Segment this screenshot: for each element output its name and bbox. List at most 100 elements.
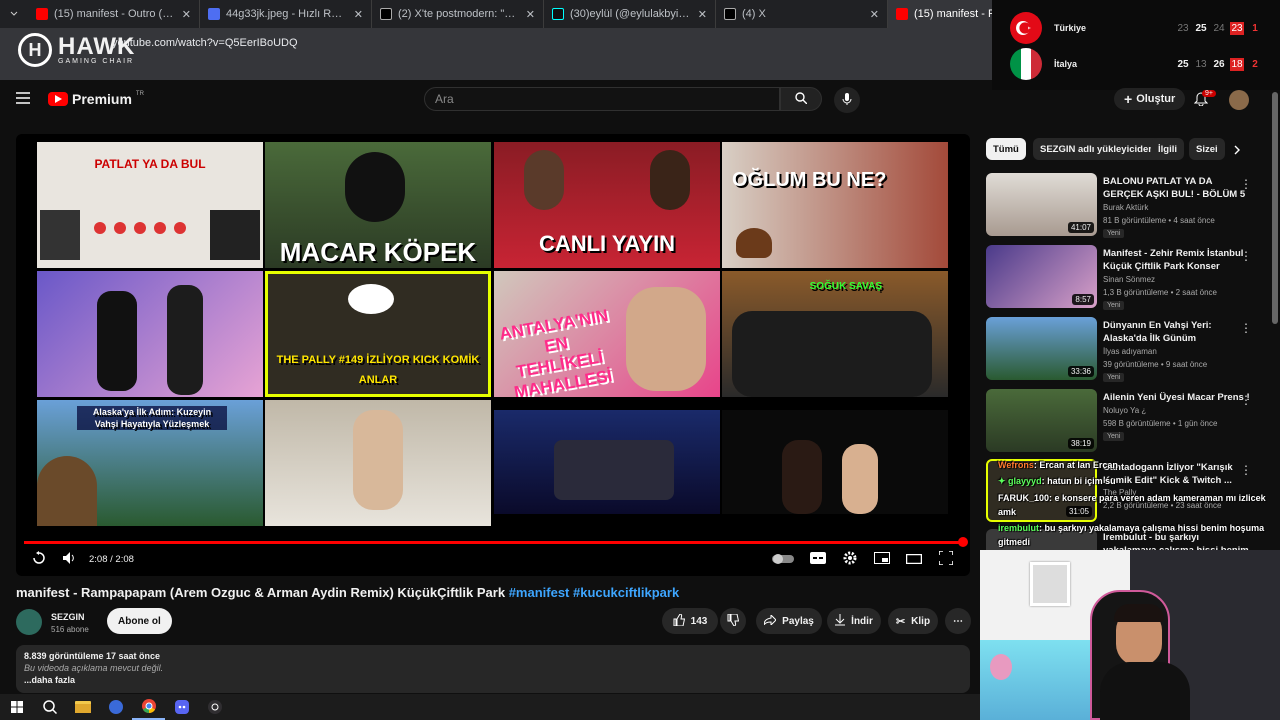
rec-thumbnail[interactable]: 8:57: [986, 245, 1097, 308]
chat-text: : e konsere para veren adam kameraman mı…: [1049, 493, 1266, 503]
more-vert-icon[interactable]: ⋮: [1240, 249, 1252, 263]
autoplay-toggle[interactable]: [772, 552, 794, 566]
browser-tab[interactable]: (15) manifest - Outro (Extended ✕: [28, 0, 200, 28]
set-score: 26: [1213, 58, 1225, 70]
endscreen-thumb[interactable]: PATLAT YA DA BUL: [37, 142, 263, 268]
browser-tab[interactable]: 44g33jk.jpeg - Hızlı Resim ✕: [200, 0, 372, 28]
endscreen-thumb[interactable]: THE PALLY #149 İZLİYOR KICK KOMİK ANLAR: [265, 271, 491, 397]
search-input[interactable]: Ara: [424, 87, 780, 111]
cat-picture: [1030, 562, 1070, 606]
fullscreen-button[interactable]: [937, 549, 955, 567]
recommendation-item[interactable]: 8:57 Manifest - Zehir Remix İstanbul Küç…: [986, 245, 1266, 311]
rec-thumbnail[interactable]: 33:36: [986, 317, 1097, 380]
progress-scrubber[interactable]: [958, 537, 968, 547]
rec-title[interactable]: Manifest - Zehir Remix İstanbul Küçük Çi…: [1103, 247, 1253, 273]
recommendation-item[interactable]: 38:19 Ailenin Yeni Üyesi Macar Prens ! N…: [986, 389, 1266, 455]
subscribe-button[interactable]: Abone ol: [107, 608, 172, 634]
windows-start-icon[interactable]: [0, 694, 33, 720]
rec-title[interactable]: Irembulut - bu şarkıyı yakalamaya çalışm…: [1103, 531, 1253, 551]
tab-list-icon[interactable]: [0, 1, 28, 27]
show-more-link[interactable]: ...daha fazla: [24, 675, 962, 685]
replay-button[interactable]: [30, 550, 48, 567]
chip-for-you[interactable]: Sizei: [1189, 138, 1225, 160]
tiktok-icon: [552, 8, 564, 20]
rec-title[interactable]: Dünyanın En Vahşi Yeri: Alaska'da İlk Gü…: [1103, 319, 1253, 345]
rec-title[interactable]: Ailenin Yeni Üyesi Macar Prens !: [1103, 391, 1253, 404]
chip-related[interactable]: İlgili: [1151, 138, 1184, 160]
miniplayer-button[interactable]: [873, 551, 891, 567]
close-icon[interactable]: ✕: [698, 8, 707, 21]
more-vert-icon[interactable]: ⋮: [1240, 463, 1252, 477]
endscreen-thumb[interactable]: [265, 400, 491, 526]
app-icon[interactable]: [99, 694, 132, 720]
channel-avatar[interactable]: [16, 609, 42, 635]
more-vert-icon[interactable]: ⋮: [1240, 321, 1252, 335]
rec-channel[interactable]: İlyas adıyaman: [1103, 347, 1157, 356]
rec-channel[interactable]: Sinan Sönmez: [1103, 275, 1155, 284]
create-button[interactable]: + Oluştur: [1114, 88, 1186, 110]
chip-from-uploader[interactable]: SEZGIN adlı yükleyiciden: [1033, 138, 1162, 160]
share-button[interactable]: Paylaş: [756, 608, 822, 634]
recommendation-item[interactable]: 41:07 BALONU PATLAT YA DA GERÇEK AŞKI BU…: [986, 173, 1266, 239]
endscreen-thumb[interactable]: SOĞUK SAVAŞ: [722, 271, 948, 397]
close-icon[interactable]: ✕: [870, 8, 879, 21]
rec-thumbnail[interactable]: 38:19: [986, 389, 1097, 452]
recommendation-item[interactable]: 33:36 Dünyanın En Vahşi Yeri: Alaska'da …: [986, 317, 1266, 383]
avatar[interactable]: [1229, 90, 1249, 110]
endscreen-thumb[interactable]: ANTALYA'NIN EN TEHLİKELİ MAHALLESİ: [494, 271, 720, 397]
subtitles-button[interactable]: [809, 551, 827, 566]
chrome-icon[interactable]: [132, 694, 165, 720]
obs-icon[interactable]: [198, 694, 231, 720]
endscreen-thumb[interactable]: Alaska'ya İlk Adım: Kuzeyin Vahşi Hayatı…: [37, 400, 263, 526]
video-hashtags[interactable]: #manifest #kucukciftlikpark: [509, 585, 680, 600]
chevron-right-icon[interactable]: [1233, 143, 1241, 158]
endscreen-thumb[interactable]: [722, 410, 948, 514]
volume-icon: [63, 551, 77, 567]
endscreen-thumb[interactable]: OĞLUM BU NE?: [722, 142, 948, 268]
thumb-caption: PATLAT YA DA BUL: [94, 157, 206, 171]
rec-thumbnail[interactable]: 41:07: [986, 173, 1097, 236]
file-explorer-icon[interactable]: [66, 694, 99, 720]
miniplayer-icon: [874, 551, 890, 567]
current-set-score: 23: [1230, 21, 1244, 35]
rec-title[interactable]: BALONU PATLAT YA DA GERÇEK AŞKI BUL! - B…: [1103, 175, 1253, 201]
dislike-button[interactable]: [720, 608, 746, 634]
more-vert-icon[interactable]: ⋮: [1240, 177, 1252, 191]
browser-tab[interactable]: (4) X ✕: [716, 0, 888, 28]
rec-channel[interactable]: Noluyo Ya ¿: [1103, 406, 1146, 415]
url-field[interactable]: youtube.com/watch?v=Q5EerIBoUDQ: [112, 37, 298, 49]
thumb-caption: Alaska'ya İlk Adım: Kuzeyin Vahşi Hayatı…: [77, 406, 227, 430]
voice-search-button[interactable]: [834, 87, 860, 113]
description-box[interactable]: 8.839 görüntüleme 17 saat önce Bu videod…: [16, 645, 970, 693]
close-icon[interactable]: ✕: [182, 8, 191, 21]
endscreen-thumb[interactable]: CANLI YAYIN: [494, 142, 720, 268]
clip-button[interactable]: ✂ Klip: [888, 608, 938, 634]
browser-tab[interactable]: (2) X'te postmodern: "Dün gec ✕: [372, 0, 544, 28]
search-button[interactable]: [780, 87, 822, 111]
taskbar-search-icon[interactable]: [33, 694, 66, 720]
rec-channel[interactable]: Burak Aktürk: [1103, 203, 1148, 212]
volume-button[interactable]: [61, 551, 79, 567]
like-button[interactable]: 143: [662, 608, 718, 634]
discord-icon[interactable]: [165, 694, 198, 720]
endscreen-thumb[interactable]: MACAR KÖPEK: [265, 142, 491, 268]
video-player[interactable]: PATLAT YA DA BUL MACAR KÖPEK CANLI YAYIN…: [16, 134, 970, 576]
rec-title[interactable]: Cantadogann İzliyor "Karışık Komik Edit"…: [1103, 461, 1253, 487]
endscreen-thumb[interactable]: [37, 271, 263, 397]
channel-name[interactable]: SEZGIN: [51, 612, 85, 622]
browser-tab[interactable]: (30)eylül (@eylulakbyik) | TikTo ✕: [544, 0, 716, 28]
theater-mode-button[interactable]: [905, 551, 923, 567]
more-vert-icon[interactable]: ⋮: [1240, 393, 1252, 407]
close-icon[interactable]: ✕: [354, 8, 363, 21]
hawk-emblem-icon: H: [18, 33, 52, 67]
progress-bar[interactable]: [24, 541, 962, 544]
more-actions-button[interactable]: ⋯: [945, 608, 971, 634]
settings-button[interactable]: [841, 551, 859, 567]
download-button[interactable]: İndir: [827, 608, 881, 634]
page-scrollbar[interactable]: [1272, 92, 1278, 324]
menu-icon[interactable]: [16, 92, 30, 107]
chip-all[interactable]: Tümü: [986, 138, 1026, 160]
close-icon[interactable]: ✕: [526, 8, 535, 21]
endscreen-thumb[interactable]: [494, 410, 720, 514]
youtube-premium-logo[interactable]: Premium TR: [48, 91, 144, 107]
